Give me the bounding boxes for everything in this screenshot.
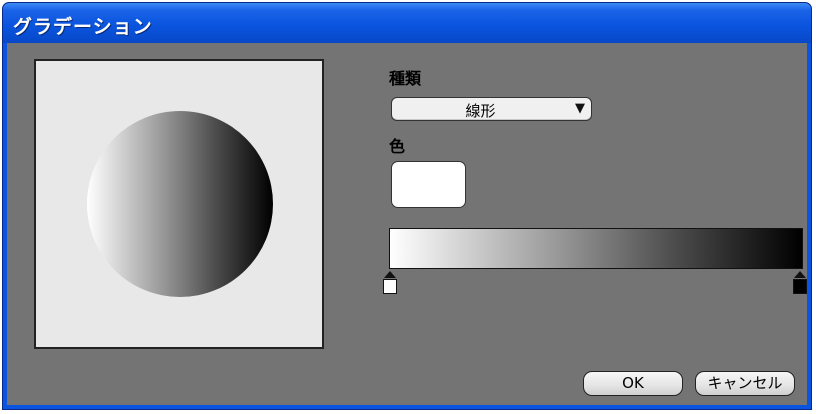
color-swatch[interactable]	[391, 161, 466, 208]
gradient-type-value: 線形	[465, 102, 496, 120]
dialog-body: 種類 線形 ▼ 色 OK キャンセル	[7, 43, 807, 405]
gradient-preview	[34, 59, 324, 349]
preview-sphere	[87, 111, 273, 297]
preview-circle	[87, 111, 273, 297]
type-label: 種類	[389, 69, 422, 88]
ok-button[interactable]: OK	[583, 371, 683, 396]
gradient-stop-black[interactable]	[793, 271, 807, 295]
gradient-bar[interactable]	[389, 228, 803, 269]
gradient-stop-white[interactable]	[383, 271, 397, 295]
gradient-type-dropdown[interactable]: 線形 ▼	[391, 97, 592, 121]
dropdown-arrow-icon: ▼	[575, 101, 585, 116]
window-title: グラデーション	[13, 16, 153, 38]
color-label: 色	[389, 137, 406, 156]
cancel-button[interactable]: キャンセル	[695, 371, 795, 396]
gradient-dialog: グラデーション 種類 線形 ▼ 色 OK キャンセル	[2, 2, 812, 410]
title-bar[interactable]: グラデーション	[3, 3, 811, 43]
